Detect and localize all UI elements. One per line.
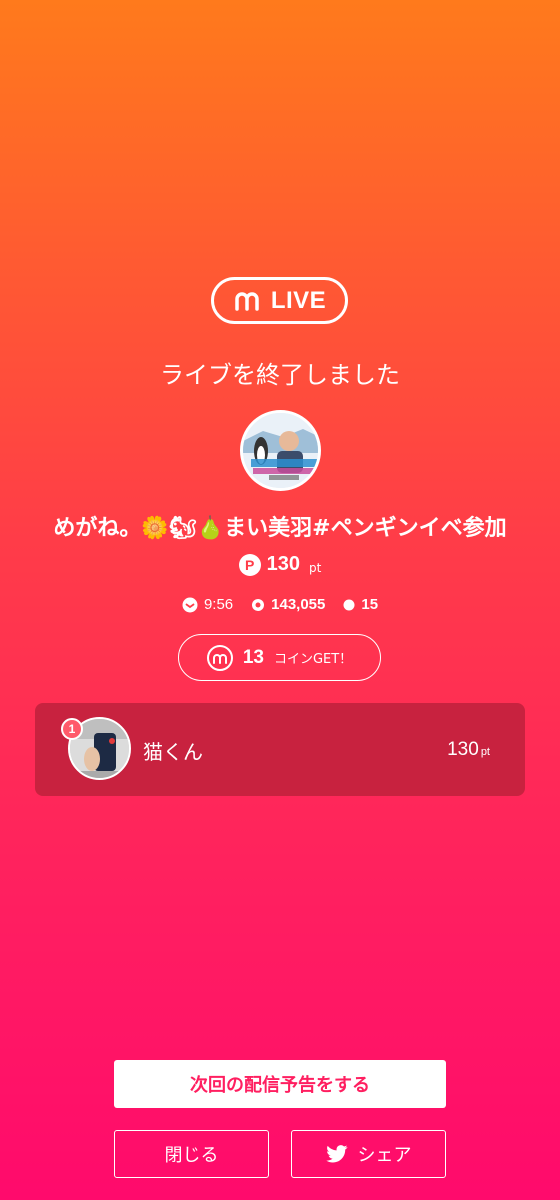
viewers-stat: 143,055 — [251, 596, 325, 613]
fan-points: 130 pt — [447, 739, 490, 760]
schedule-next-stream-button[interactable]: 次回の配信予告をする — [114, 1060, 446, 1108]
close-button[interactable]: 閉じる — [114, 1130, 269, 1178]
coin-value: 13 — [242, 646, 264, 668]
ranking-row[interactable]: 1 猫くん 130 pt — [35, 703, 525, 796]
share-button[interactable]: シェア — [291, 1130, 446, 1178]
duration-value: 9:56 — [203, 596, 234, 613]
clock-icon — [182, 597, 198, 612]
points-value: 130 — [266, 553, 301, 575]
close-label: 閉じる — [164, 1145, 219, 1166]
twitter-bird-icon — [325, 1145, 347, 1163]
share-label: シェア — [357, 1145, 412, 1166]
points-unit: pt — [309, 560, 322, 575]
rank-badge: 1 — [61, 718, 83, 740]
stream-ended-text: ライブを終了しました — [160, 361, 400, 389]
fan-name: 猫くん — [143, 740, 203, 764]
viewers-value: 143,055 — [271, 596, 326, 613]
coin-label: コインGET！ — [273, 652, 353, 667]
live-label: LIVE — [270, 286, 327, 314]
m-logo-icon — [235, 291, 259, 311]
stats-row: 9:56 143,055 15 — [0, 596, 560, 613]
comments-stat: 15 — [343, 596, 378, 613]
coin-icon — [206, 644, 233, 671]
streamer-avatar[interactable] — [240, 410, 321, 491]
points-icon: P — [238, 553, 261, 576]
comment-icon — [343, 599, 355, 610]
eye-icon — [252, 598, 265, 611]
duration-stat: 9:56 — [182, 596, 233, 613]
coins-earned-pill: 13 コインGET！ — [178, 634, 381, 681]
comments-value: 15 — [361, 596, 379, 613]
points-row: P 130 pt — [0, 553, 560, 576]
streamer-name: めがね。🌼🐿🍐まい美羽#ペンギンイベ参加 — [53, 516, 507, 541]
live-badge: LIVE — [211, 277, 348, 324]
